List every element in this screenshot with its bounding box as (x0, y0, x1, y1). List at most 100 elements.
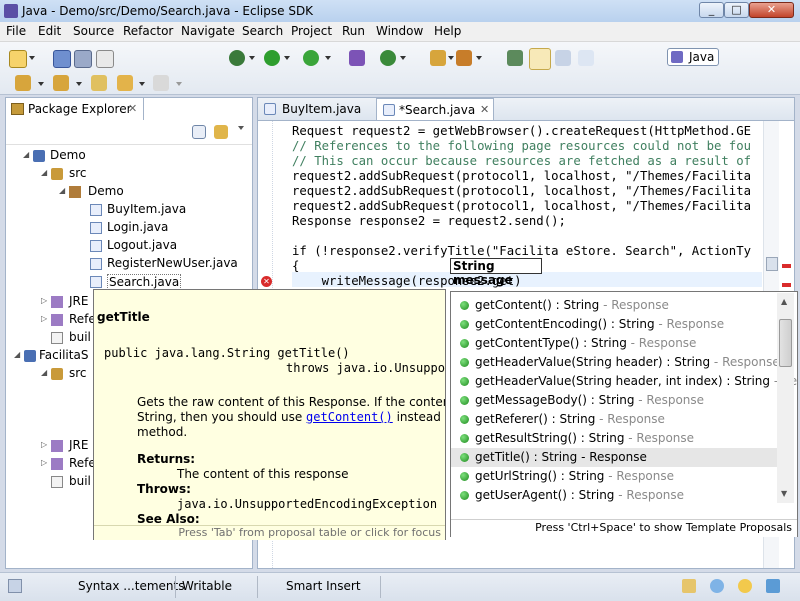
code-line[interactable]: request2.addSubRequest(protocol1, localh… (292, 169, 751, 184)
proposals-scrollbar[interactable]: ▲ ▼ (777, 293, 794, 503)
search-icon[interactable] (456, 50, 472, 66)
maximize-button[interactable]: □ (724, 2, 749, 18)
code-line[interactable]: Response response2 = request2.send(); (292, 214, 566, 229)
tree-item-logout[interactable]: Logout.java (107, 238, 177, 252)
collapse-all-icon[interactable] (192, 125, 206, 139)
expand-icon[interactable]: ▷ (41, 296, 47, 305)
close-icon[interactable]: ✕ (128, 102, 137, 115)
proposal-item[interactable]: getContent() : String - Response (451, 296, 781, 315)
proposal-item-selected[interactable]: getTitle() : String - Response (451, 448, 781, 467)
new-java-project-icon[interactable] (349, 50, 365, 66)
proposal-item[interactable]: getHeaderValue(String header, int index)… (451, 372, 797, 391)
expand-icon[interactable]: ▷ (41, 314, 47, 323)
code-line[interactable]: // References to the following page reso… (292, 139, 751, 154)
save-icon[interactable] (53, 50, 71, 68)
proposal-item[interactable]: getUrlString() : String - Response (451, 467, 781, 486)
scroll-thumb[interactable] (766, 257, 778, 271)
proposal-item[interactable]: getHeaderValue(String header) : String -… (451, 353, 781, 372)
tree-item-references[interactable]: Refe (69, 312, 96, 326)
open-type-icon[interactable] (430, 50, 446, 66)
new-icon[interactable] (9, 50, 27, 68)
expand-icon[interactable]: ▷ (41, 440, 47, 449)
close-icon[interactable]: ✕ (480, 103, 489, 116)
show-whitespace-icon[interactable] (578, 50, 594, 66)
previous-annotation-icon[interactable] (53, 75, 69, 91)
forward-icon[interactable] (153, 75, 169, 91)
next-annotation-icon[interactable] (15, 75, 31, 91)
menu-edit[interactable]: Edit (38, 24, 61, 38)
tree-item-src[interactable]: src (69, 166, 87, 180)
scroll-down-icon[interactable]: ▼ (781, 489, 787, 498)
expand-icon[interactable]: ▷ (41, 458, 47, 467)
menu-navigate[interactable]: Navigate (181, 24, 235, 38)
tree-item-src-2[interactable]: src (69, 366, 87, 380)
tree-item-demo[interactable]: Demo (50, 148, 86, 162)
proposal-item[interactable]: getReferer() : String - Response (451, 410, 781, 429)
tips-icon[interactable] (738, 579, 752, 593)
tab-search[interactable]: *Search.java ✕ (376, 98, 494, 120)
expand-icon[interactable]: ◢ (41, 368, 47, 377)
proposal-item[interactable]: getResultString() : String - Response (451, 429, 781, 448)
proposal-item[interactable]: getUserAgent() : String - Response (451, 486, 781, 505)
run-icon[interactable] (264, 50, 280, 66)
back-icon[interactable] (117, 75, 133, 91)
menu-run[interactable]: Run (342, 24, 365, 38)
menu-search[interactable]: Search (242, 24, 283, 38)
tree-item-registernewuser[interactable]: RegisterNewUser.java (107, 256, 238, 270)
proposal-item[interactable]: getContentEncoding() : String - Response (451, 315, 781, 334)
close-window-button[interactable]: ✕ (749, 2, 794, 18)
menu-file[interactable]: File (6, 24, 26, 38)
save-all-icon[interactable] (74, 50, 92, 68)
collapse-icon[interactable]: ◢ (23, 150, 29, 159)
scroll-thumb[interactable] (779, 319, 792, 367)
scroll-up-icon[interactable]: ▲ (781, 297, 787, 306)
code-line[interactable]: if (!response2.verifyTitle("Facilita eSt… (292, 244, 751, 259)
new-class-icon[interactable] (380, 50, 396, 66)
minimize-button[interactable]: _ (699, 2, 724, 18)
code-line[interactable]: Request request2 = getWebBrowser().creat… (292, 124, 751, 139)
mark-occurrences-icon[interactable] (529, 48, 551, 70)
code-line[interactable]: // This can occur because resources are … (292, 154, 751, 169)
debug-icon[interactable] (229, 50, 245, 66)
tree-item-buyitem[interactable]: BuyItem.java (107, 202, 186, 216)
perspective-java-button[interactable]: Java (667, 48, 719, 66)
menu-source[interactable]: Source (73, 24, 114, 38)
tree-item-package-demo[interactable]: Demo (88, 184, 124, 198)
collapse-icon[interactable]: ◢ (14, 350, 20, 359)
javadoc-link[interactable]: getContent() (306, 410, 393, 424)
run-external-tool-icon[interactable] (303, 50, 319, 66)
menu-project[interactable]: Project (291, 24, 332, 38)
tree-item-login[interactable]: Login.java (107, 220, 168, 234)
tree-item-facilita[interactable]: FacilitaS (39, 348, 88, 362)
help-icon[interactable] (766, 579, 780, 593)
last-edit-location-icon[interactable] (91, 75, 107, 91)
print-icon[interactable] (96, 50, 114, 68)
tree-item-search[interactable]: Search.java (107, 274, 182, 290)
fast-view-icon[interactable] (8, 579, 22, 593)
collapse-icon[interactable]: ◢ (59, 186, 65, 195)
tree-item-references-2[interactable]: Refe (69, 456, 96, 470)
error-marker[interactable] (782, 283, 791, 287)
collapse-icon[interactable]: ◢ (41, 168, 47, 177)
tree-item-build[interactable]: buil (69, 330, 91, 344)
menu-refactor[interactable]: Refactor (123, 24, 173, 38)
code-line[interactable]: request2.addSubRequest(protocol1, localh… (292, 199, 751, 214)
block-selection-icon[interactable] (555, 50, 571, 66)
error-marker[interactable] (782, 264, 791, 268)
javadoc-popup[interactable]: getTitle public java.lang.String getTitl… (93, 289, 446, 540)
proposal-item[interactable]: getMessageBody() : String - Response (451, 391, 781, 410)
code-line[interactable]: request2.addSubRequest(protocol1, localh… (292, 184, 751, 199)
proposal-item[interactable]: getContentType() : String - Response (451, 334, 781, 353)
progress-icon[interactable] (682, 579, 696, 593)
tab-buyitem[interactable]: BuyItem.java (258, 98, 376, 120)
update-icon[interactable] (710, 579, 724, 593)
toggle-breadcrumb-icon[interactable] (507, 50, 523, 66)
error-icon[interactable]: ✕ (261, 276, 272, 287)
menu-window[interactable]: Window (376, 24, 423, 38)
link-with-editor-icon[interactable] (214, 125, 228, 139)
tree-item-build-2[interactable]: buil (69, 474, 91, 488)
code-line[interactable]: { (292, 259, 299, 274)
package-explorer-tab[interactable]: Package Explorer ✕ (6, 98, 144, 120)
content-assist-proposals[interactable]: getContent() : String - Response getCont… (450, 291, 798, 537)
menu-help[interactable]: Help (434, 24, 461, 38)
